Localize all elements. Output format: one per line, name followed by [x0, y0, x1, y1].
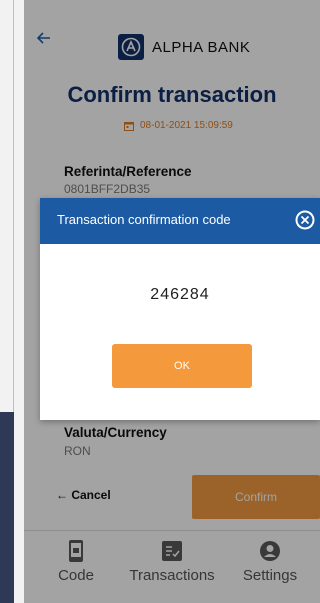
close-icon[interactable] — [294, 209, 316, 231]
previous-screen-edge — [0, 0, 24, 603]
ok-button[interactable]: OK — [112, 344, 252, 388]
confirmation-code-dialog: Transaction confirmation code 246284 OK — [40, 198, 320, 420]
previous-screen-dark-panel — [0, 412, 14, 603]
dialog-header: Transaction confirmation code — [40, 198, 320, 244]
dialog-title: Transaction confirmation code — [57, 212, 231, 227]
screen-edge-line — [13, 0, 14, 412]
confirmation-code: 246284 — [150, 286, 210, 303]
